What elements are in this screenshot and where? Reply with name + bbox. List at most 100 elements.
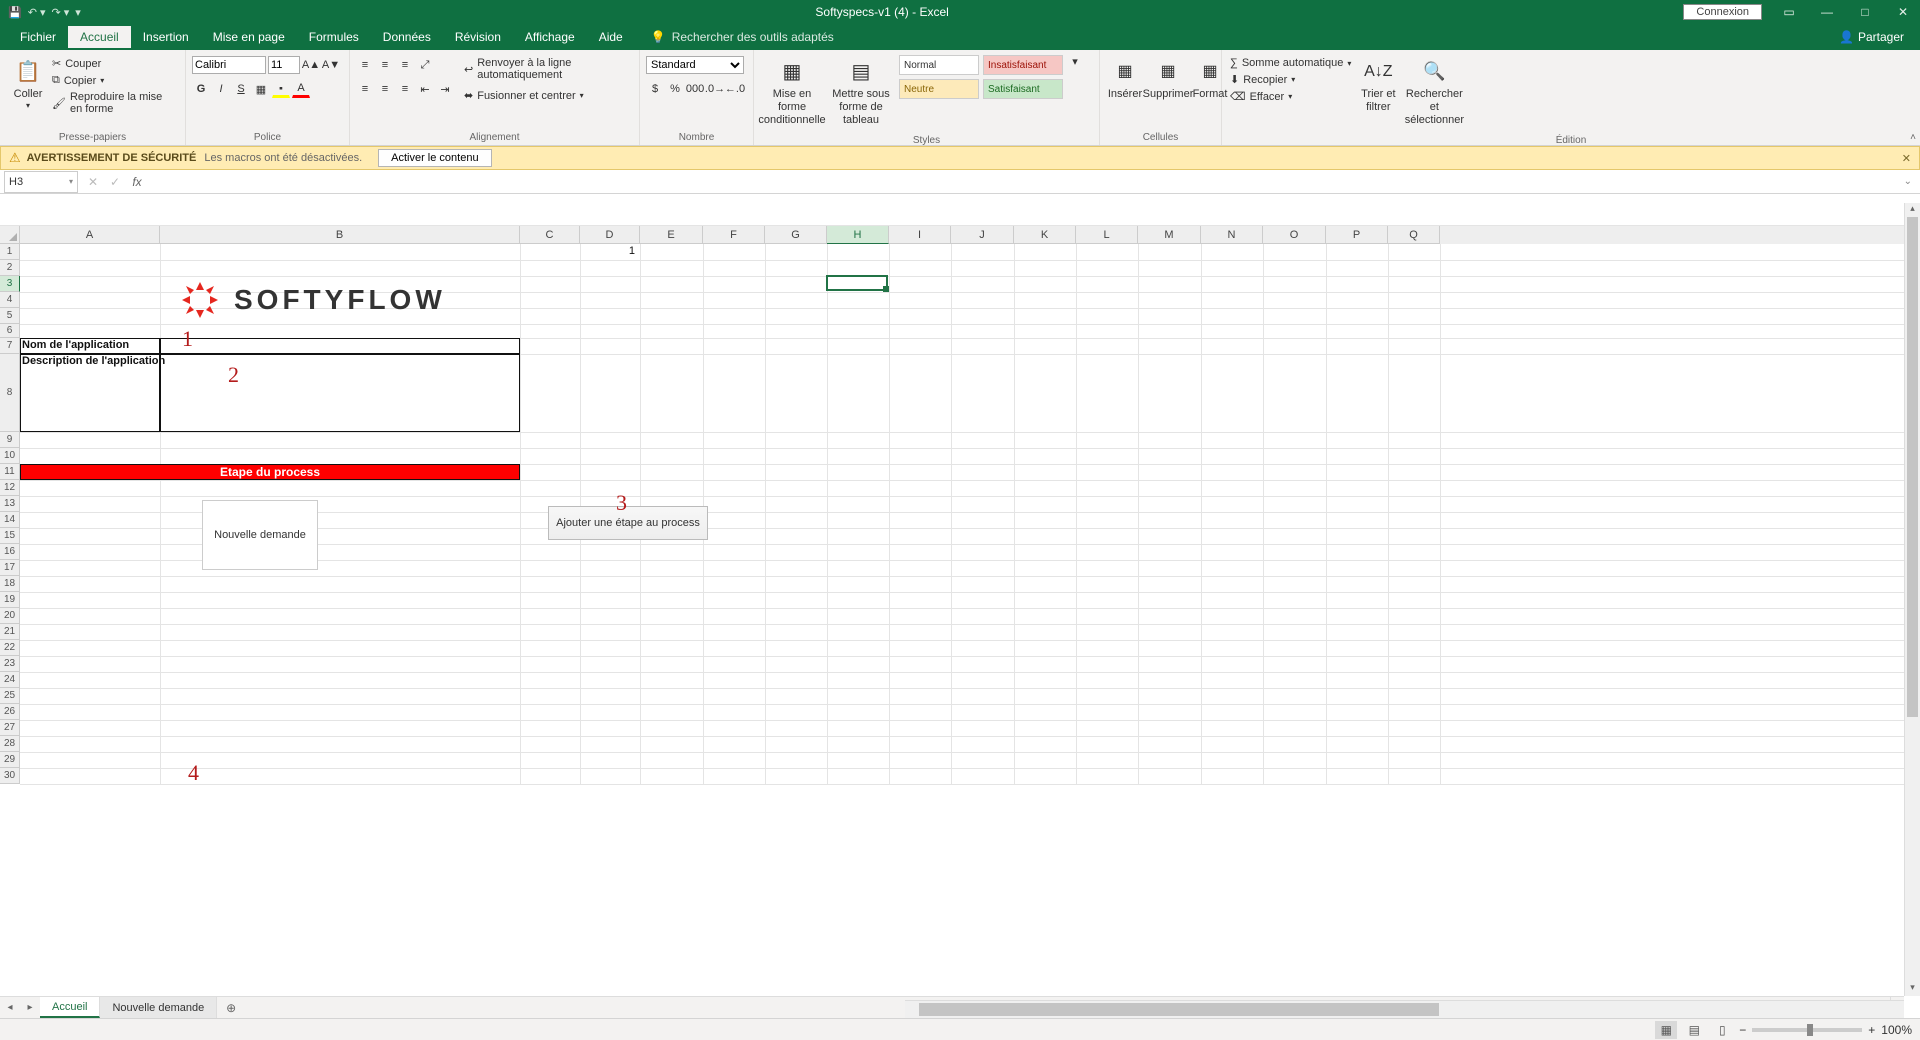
thousands-icon[interactable]: 000 — [686, 80, 704, 98]
zoom-level[interactable]: 100% — [1881, 1023, 1912, 1037]
align-middle-icon[interactable]: ≡ — [376, 56, 394, 74]
menu-insertion[interactable]: Insertion — [131, 26, 201, 48]
fill-button[interactable]: ⬇Recopier▾ — [1228, 72, 1353, 87]
col-header-C[interactable]: C — [520, 226, 580, 244]
paste-button[interactable]: 📋 Coller ▾ — [6, 52, 50, 115]
minimize-icon[interactable]: — — [1810, 0, 1844, 24]
login-button[interactable]: Connexion — [1683, 4, 1762, 20]
etape-process-header[interactable]: Etape du process — [20, 464, 520, 480]
row-header-20[interactable]: 20 — [0, 608, 20, 624]
zoom-out-icon[interactable]: − — [1739, 1023, 1746, 1037]
cell-b8[interactable] — [160, 354, 520, 432]
row-header-30[interactable]: 30 — [0, 768, 20, 784]
row-header-15[interactable]: 15 — [0, 528, 20, 544]
col-header-Q[interactable]: Q — [1388, 226, 1440, 244]
col-header-E[interactable]: E — [640, 226, 703, 244]
col-header-I[interactable]: I — [889, 226, 951, 244]
close-icon[interactable]: ✕ — [1886, 0, 1920, 24]
autosum-button[interactable]: ∑Somme automatique▾ — [1228, 56, 1353, 70]
nouvelle-demande-box[interactable]: Nouvelle demande — [202, 500, 318, 570]
row-header-29[interactable]: 29 — [0, 752, 20, 768]
close-warning-icon[interactable]: ✕ — [1902, 152, 1911, 165]
percent-icon[interactable]: % — [666, 80, 684, 98]
ribbon-display-icon[interactable]: ▭ — [1772, 0, 1806, 24]
col-header-M[interactable]: M — [1138, 226, 1201, 244]
row-header-14[interactable]: 14 — [0, 512, 20, 528]
zoom-in-icon[interactable]: + — [1868, 1023, 1875, 1037]
decrease-indent-icon[interactable]: ⇤ — [416, 80, 434, 98]
sheet-tab-accueil[interactable]: Accueil — [40, 997, 100, 1018]
copy-button[interactable]: ⧉Copier▾ — [50, 73, 179, 88]
vscroll-thumb[interactable] — [1907, 217, 1918, 717]
row-header-22[interactable]: 22 — [0, 640, 20, 656]
row-header-16[interactable]: 16 — [0, 544, 20, 560]
increase-decimal-icon[interactable]: .0→ — [706, 80, 724, 98]
insert-cells-button[interactable]: ▦Insérer — [1106, 52, 1144, 105]
row-header-21[interactable]: 21 — [0, 624, 20, 640]
row-header-25[interactable]: 25 — [0, 688, 20, 704]
row-header-11[interactable]: 11 — [0, 464, 20, 480]
number-format-combo[interactable]: Standard — [646, 56, 744, 74]
col-header-G[interactable]: G — [765, 226, 827, 244]
col-header-P[interactable]: P — [1326, 226, 1388, 244]
cell-a7-label[interactable]: Nom de l'application — [22, 339, 129, 351]
cut-button[interactable]: ✂Couper — [50, 56, 179, 71]
font-color-button[interactable]: A — [292, 80, 310, 98]
ajouter-etape-button[interactable]: Ajouter une étape au process — [548, 506, 708, 540]
col-header-O[interactable]: O — [1263, 226, 1326, 244]
sheet-nav-first-icon[interactable]: ◂ — [0, 997, 20, 1018]
increase-font-icon[interactable]: A▲ — [302, 56, 320, 74]
share-icon[interactable]: 👤 — [1839, 30, 1854, 44]
row-header-1[interactable]: 1 — [0, 244, 20, 260]
col-header-D[interactable]: D — [580, 226, 640, 244]
maximize-icon[interactable]: □ — [1848, 0, 1882, 24]
bold-button[interactable]: G — [192, 80, 210, 98]
row-header-18[interactable]: 18 — [0, 576, 20, 592]
col-header-A[interactable]: A — [20, 226, 160, 244]
merge-center-button[interactable]: ⬌Fusionner et centrer▾ — [462, 88, 633, 103]
page-layout-view-icon[interactable]: ▤ — [1683, 1021, 1705, 1039]
name-box[interactable]: H3 — [4, 171, 78, 193]
menu-affichage[interactable]: Affichage — [513, 26, 587, 48]
menu-fichier[interactable]: Fichier — [8, 26, 68, 48]
font-size-combo[interactable] — [268, 56, 300, 74]
row-header-28[interactable]: 28 — [0, 736, 20, 752]
borders-button[interactable]: ▦ — [252, 80, 270, 98]
find-select-button[interactable]: 🔍Rechercher et sélectionner — [1403, 52, 1465, 132]
accounting-icon[interactable]: $ — [646, 80, 664, 98]
enter-formula-icon[interactable]: ✓ — [104, 175, 126, 189]
row-header-6[interactable]: 6 — [0, 324, 20, 338]
style-normal[interactable]: Normal — [899, 55, 979, 75]
menu-mise-en-page[interactable]: Mise en page — [201, 26, 297, 48]
sort-filter-button[interactable]: A↓ZTrier et filtrer — [1353, 52, 1403, 118]
enable-content-button[interactable]: Activer le contenu — [378, 149, 491, 167]
insert-function-icon[interactable]: fx — [126, 175, 148, 189]
menu-formules[interactable]: Formules — [297, 26, 371, 48]
spreadsheet-grid[interactable]: ABCDEFGHIJKLMNOPQ 1234567891011121314151… — [0, 226, 1920, 996]
save-icon[interactable]: 💾 — [8, 6, 22, 19]
align-center-icon[interactable]: ≡ — [376, 80, 394, 98]
format-as-table-button[interactable]: ▤Mettre sous forme de tableau — [824, 52, 898, 132]
collapse-ribbon-icon[interactable]: ˄ — [1910, 132, 1916, 143]
row-header-13[interactable]: 13 — [0, 496, 20, 512]
row-header-8[interactable]: 8 — [0, 354, 20, 432]
row-header-10[interactable]: 10 — [0, 448, 20, 464]
cell-a8-label[interactable]: Description de l'application — [22, 355, 165, 367]
decrease-decimal-icon[interactable]: ←.0 — [726, 80, 744, 98]
tell-me-lightbulb-icon[interactable]: 💡 — [651, 30, 666, 44]
col-header-J[interactable]: J — [951, 226, 1014, 244]
orientation-icon[interactable]: ⤢ — [416, 56, 434, 74]
zoom-slider[interactable] — [1752, 1028, 1862, 1032]
select-all-corner[interactable] — [0, 226, 20, 244]
italic-button[interactable]: I — [212, 80, 230, 98]
menu-donnees[interactable]: Données — [371, 26, 443, 48]
style-bad[interactable]: Insatisfaisant — [983, 55, 1063, 75]
redo-icon[interactable]: ↷ ▾ — [52, 6, 70, 19]
row-header-7[interactable]: 7 — [0, 338, 20, 354]
conditional-format-button[interactable]: ▦Mise en forme conditionnelle — [760, 52, 824, 132]
col-header-H[interactable]: H — [827, 226, 889, 244]
col-header-L[interactable]: L — [1076, 226, 1138, 244]
row-header-12[interactable]: 12 — [0, 480, 20, 496]
menu-accueil[interactable]: Accueil — [68, 26, 131, 48]
row-header-9[interactable]: 9 — [0, 432, 20, 448]
